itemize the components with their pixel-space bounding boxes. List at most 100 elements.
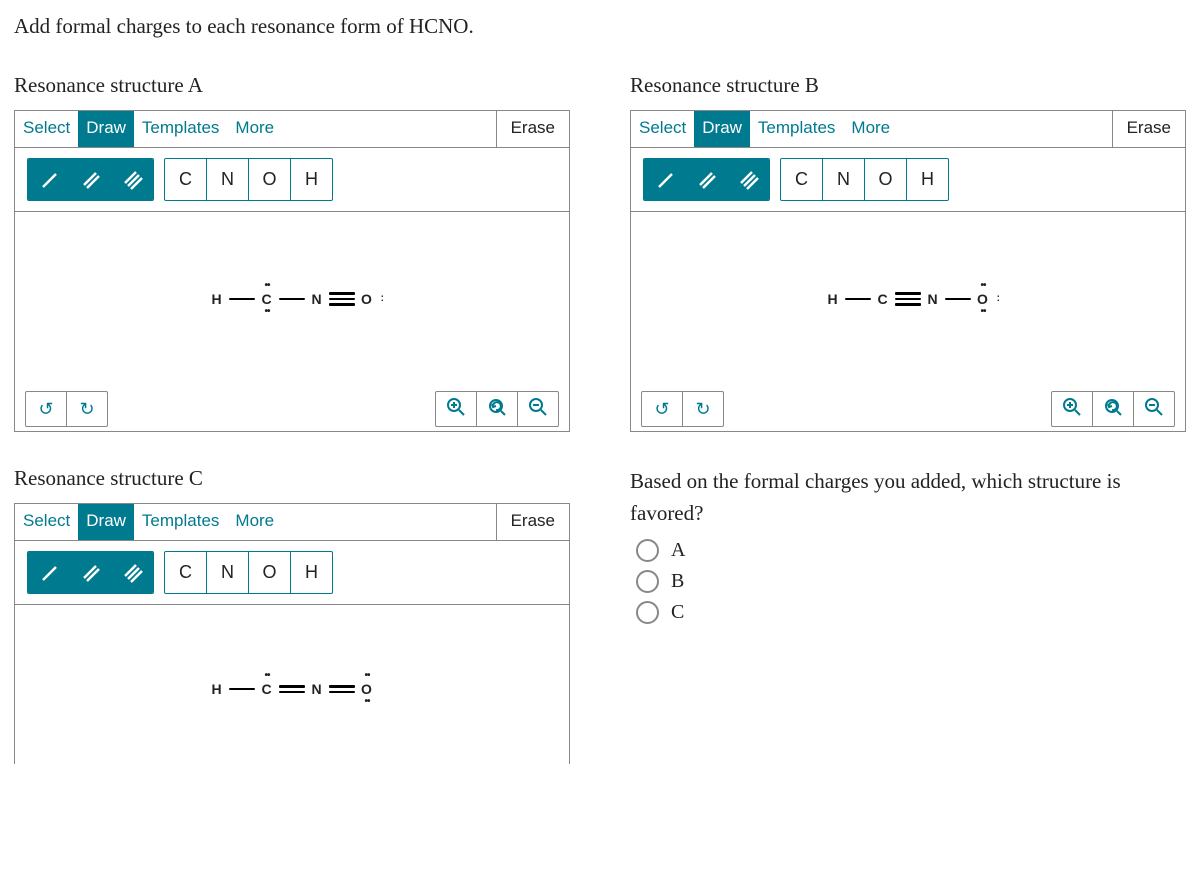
tab-templates[interactable]: Templates bbox=[134, 504, 227, 540]
erase-button[interactable]: Erase bbox=[496, 504, 569, 540]
radio-option-a[interactable]: A bbox=[636, 539, 1186, 562]
bond-group bbox=[643, 158, 770, 201]
panel-b: Resonance structure B Select Draw Templa… bbox=[630, 73, 1186, 432]
molecule-c: H ••C N ••O•• bbox=[211, 681, 373, 697]
molecule-b: H C N ••O••: bbox=[827, 291, 989, 307]
tab-templates[interactable]: Templates bbox=[134, 111, 227, 147]
triple-bond-button[interactable] bbox=[111, 552, 153, 593]
question-text: Based on the formal charges you added, w… bbox=[630, 466, 1186, 529]
radio-option-c[interactable]: C bbox=[636, 601, 1186, 624]
atom-group: C N O H bbox=[164, 551, 333, 594]
editor-c: Select Draw Templates More Erase C N O H bbox=[14, 503, 570, 764]
undo-redo-group: ↺ ↻ bbox=[25, 391, 108, 427]
bond-triple-icon bbox=[329, 292, 355, 306]
tab-select[interactable]: Select bbox=[631, 111, 694, 147]
atom-c-button[interactable]: C bbox=[781, 159, 822, 200]
tab-more[interactable]: More bbox=[227, 111, 282, 147]
erase-button[interactable]: Erase bbox=[1112, 111, 1185, 147]
canvas-c[interactable]: H ••C N ••O•• bbox=[15, 614, 569, 764]
tab-templates[interactable]: Templates bbox=[750, 111, 843, 147]
double-bond-button[interactable] bbox=[685, 159, 727, 200]
tab-draw[interactable]: Draw bbox=[78, 504, 134, 540]
panel-c-title: Resonance structure C bbox=[14, 466, 570, 491]
redo-icon: ↻ bbox=[79, 399, 94, 420]
single-bond-button[interactable] bbox=[28, 159, 69, 200]
editor-a-topbar: Select Draw Templates More Erase bbox=[15, 111, 569, 148]
zoom-out-icon bbox=[1144, 397, 1164, 422]
atom-h: H bbox=[211, 681, 223, 697]
single-bond-button[interactable] bbox=[644, 159, 685, 200]
bond-double-icon bbox=[279, 682, 305, 696]
atom-c: C bbox=[877, 291, 889, 307]
undo-button[interactable]: ↺ bbox=[26, 392, 66, 426]
prompt-text: Add formal charges to each resonance for… bbox=[14, 14, 1186, 39]
editor-b-tools: C N O H bbox=[631, 148, 1185, 212]
tab-more[interactable]: More bbox=[227, 504, 282, 540]
grid: Resonance structure A Select Draw Templa… bbox=[14, 73, 1186, 764]
atom-o-button[interactable]: O bbox=[864, 159, 906, 200]
zoom-reset-button[interactable] bbox=[1092, 392, 1133, 426]
double-bond-button[interactable] bbox=[69, 552, 111, 593]
tab-draw[interactable]: Draw bbox=[78, 111, 134, 147]
undo-redo-group: ↺ ↻ bbox=[641, 391, 724, 427]
atom-c-button[interactable]: C bbox=[165, 159, 206, 200]
undo-icon: ↺ bbox=[38, 399, 53, 420]
bond-single-icon bbox=[229, 682, 255, 696]
redo-button[interactable]: ↻ bbox=[682, 392, 723, 426]
zoom-reset-icon bbox=[487, 397, 507, 422]
editor-c-topbar: Select Draw Templates More Erase bbox=[15, 504, 569, 541]
editor-a-bottombar: ↺ ↻ bbox=[15, 387, 569, 431]
atom-group: C N O H bbox=[780, 158, 949, 201]
erase-button[interactable]: Erase bbox=[496, 111, 569, 147]
redo-button[interactable]: ↻ bbox=[66, 392, 107, 426]
zoom-group bbox=[1051, 391, 1175, 427]
atom-n-button[interactable]: N bbox=[206, 552, 248, 593]
bond-single-icon bbox=[229, 292, 255, 306]
atom-o: ••O••: bbox=[977, 291, 989, 307]
double-bond-button[interactable] bbox=[69, 159, 111, 200]
atom-o: ••O•• bbox=[361, 681, 373, 697]
editor-c-tools: C N O H bbox=[15, 541, 569, 605]
atom-n: N bbox=[311, 681, 323, 697]
zoom-in-icon bbox=[446, 397, 466, 422]
zoom-in-button[interactable] bbox=[436, 392, 476, 426]
question-panel: Based on the formal charges you added, w… bbox=[630, 466, 1186, 764]
bond-group bbox=[27, 551, 154, 594]
atom-n-button[interactable]: N bbox=[206, 159, 248, 200]
atom-h-button[interactable]: H bbox=[906, 159, 948, 200]
tab-select[interactable]: Select bbox=[15, 504, 78, 540]
triple-bond-button[interactable] bbox=[111, 159, 153, 200]
atom-o-button[interactable]: O bbox=[248, 159, 290, 200]
tab-select[interactable]: Select bbox=[15, 111, 78, 147]
radio-circle-icon[interactable] bbox=[636, 570, 659, 593]
radio-label: C bbox=[671, 601, 684, 624]
atom-c-button[interactable]: C bbox=[165, 552, 206, 593]
radio-circle-icon[interactable] bbox=[636, 539, 659, 562]
canvas-b[interactable]: H C N ••O••: bbox=[631, 211, 1185, 387]
atom-n-button[interactable]: N bbox=[822, 159, 864, 200]
single-bond-button[interactable] bbox=[28, 552, 69, 593]
tab-draw[interactable]: Draw bbox=[694, 111, 750, 147]
bond-group bbox=[27, 158, 154, 201]
bond-single-icon bbox=[279, 292, 305, 306]
editor-b-bottombar: ↺ ↻ bbox=[631, 387, 1185, 431]
canvas-a[interactable]: H ••C•• N O: bbox=[15, 211, 569, 387]
zoom-in-button[interactable] bbox=[1052, 392, 1092, 426]
atom-h-button[interactable]: H bbox=[290, 552, 332, 593]
tab-more[interactable]: More bbox=[843, 111, 898, 147]
zoom-reset-icon bbox=[1103, 397, 1123, 422]
zoom-out-icon bbox=[528, 397, 548, 422]
zoom-out-button[interactable] bbox=[1133, 392, 1174, 426]
radio-circle-icon[interactable] bbox=[636, 601, 659, 624]
bond-triple-icon bbox=[895, 292, 921, 306]
atom-o: O: bbox=[361, 291, 373, 307]
zoom-reset-button[interactable] bbox=[476, 392, 517, 426]
zoom-out-button[interactable] bbox=[517, 392, 558, 426]
atom-o-button[interactable]: O bbox=[248, 552, 290, 593]
bond-single-icon bbox=[845, 292, 871, 306]
radio-label: B bbox=[671, 570, 684, 593]
triple-bond-button[interactable] bbox=[727, 159, 769, 200]
atom-h-button[interactable]: H bbox=[290, 159, 332, 200]
undo-button[interactable]: ↺ bbox=[642, 392, 682, 426]
radio-option-b[interactable]: B bbox=[636, 570, 1186, 593]
